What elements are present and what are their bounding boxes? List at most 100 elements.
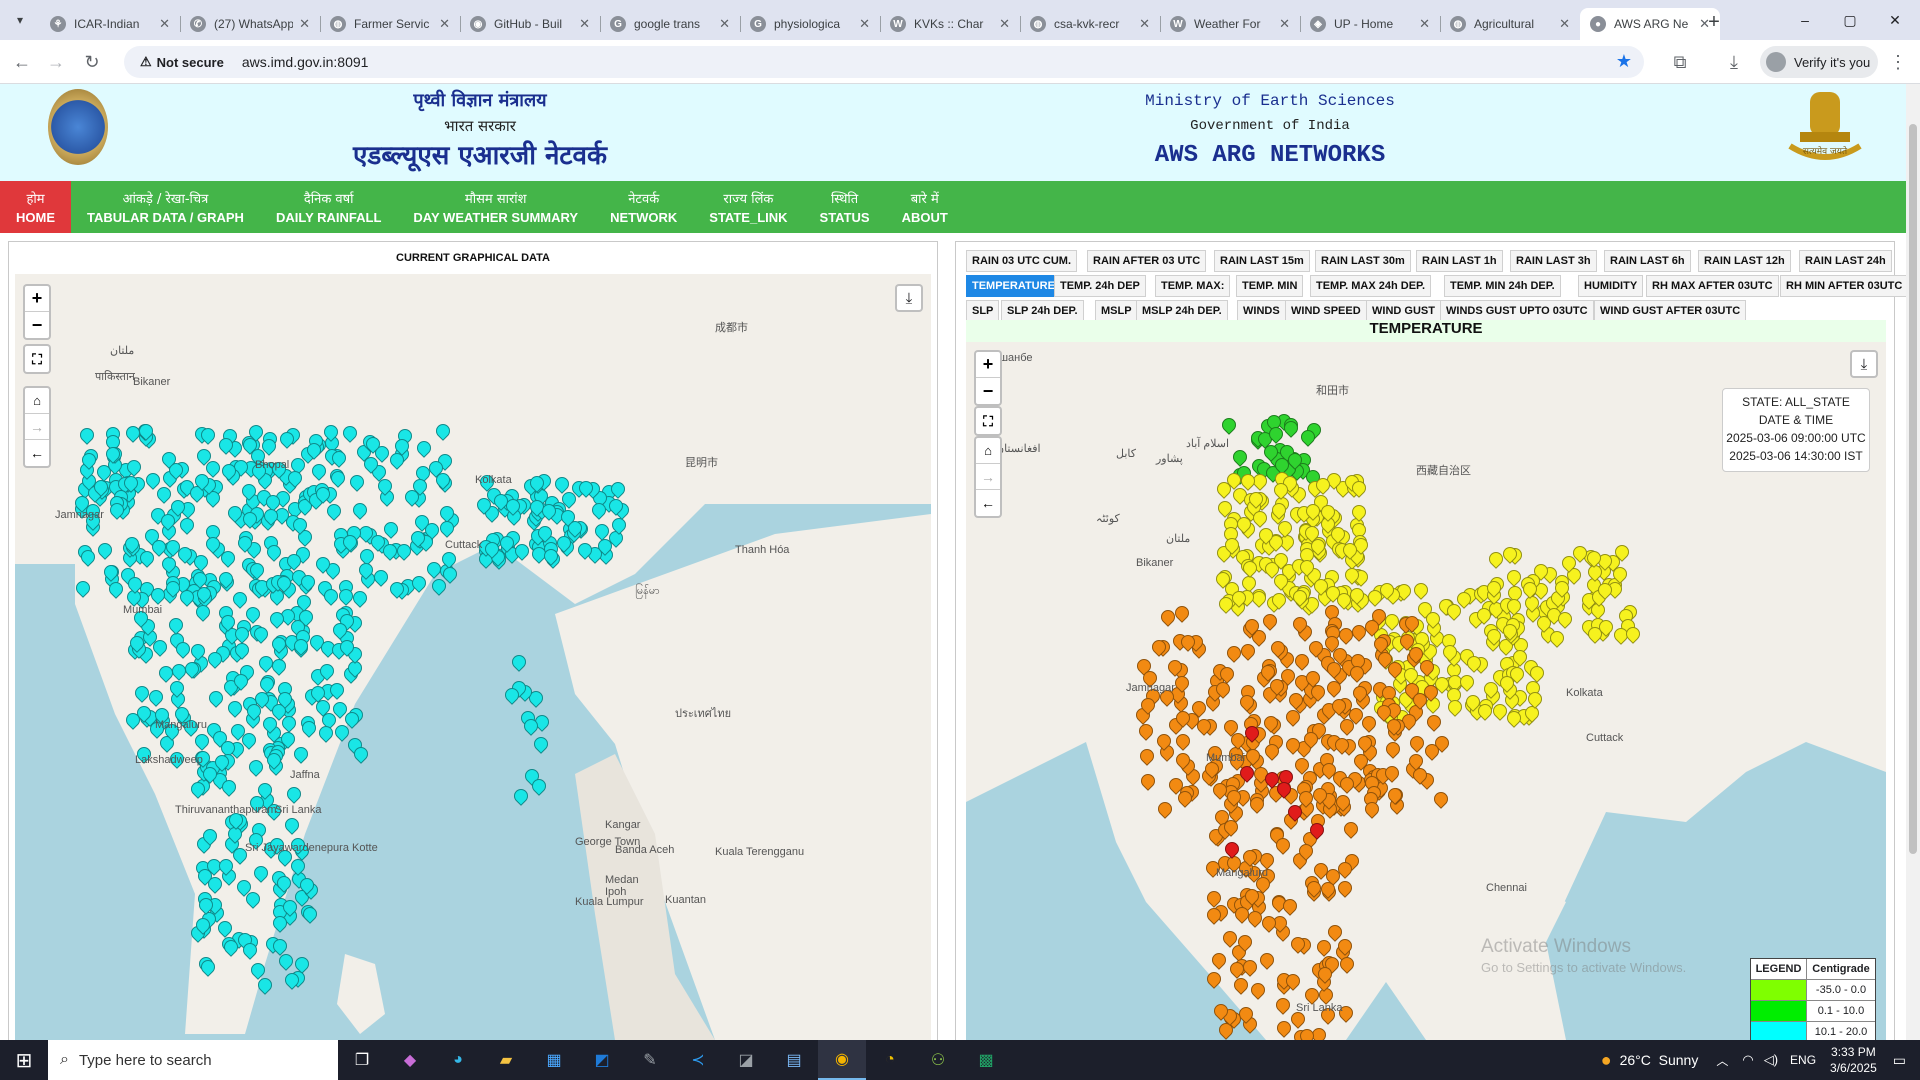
taskbar-search[interactable]: ⌕ Type here to search [48, 1040, 338, 1080]
browser-tab[interactable]: ◉ GitHub - Buil ✕ [460, 8, 600, 40]
param-button[interactable]: SLP [966, 300, 1000, 322]
param-button[interactable]: RAIN 03 UTC CUM. [966, 250, 1078, 272]
close-tab-icon[interactable]: ✕ [1139, 16, 1150, 32]
tray-chevron-icon[interactable]: ︿ [1716, 1052, 1728, 1069]
zoom-out-button[interactable]: − [25, 312, 49, 338]
param-button[interactable]: RAIN AFTER 03 UTC [1087, 250, 1207, 272]
nav-item-about[interactable]: बारे में ABOUT [886, 181, 964, 233]
clock[interactable]: 3:33 PM 3/6/2025 [1830, 1044, 1877, 1076]
map-download-icon[interactable]: ⤓ [1850, 350, 1878, 378]
new-tab-button[interactable]: + [1700, 8, 1728, 36]
minimize-button[interactable]: – [1790, 6, 1820, 34]
nav-item-day-weather-summary[interactable]: मौसम सारांश DAY WEATHER SUMMARY [397, 181, 594, 233]
not-secure-chip[interactable]: ⚠ Not secure [130, 49, 234, 75]
reload-icon[interactable]: ↻ [80, 50, 104, 74]
param-button[interactable]: TEMP. MAX: [1155, 275, 1231, 297]
param-button[interactable]: WIND GUST [1366, 300, 1441, 322]
back-icon[interactable]: ← [10, 50, 34, 74]
store-icon[interactable]: ▦ [530, 1040, 578, 1080]
param-button[interactable]: RAIN LAST 12h [1698, 250, 1791, 272]
menu-icon[interactable]: ⋮ [1886, 50, 1910, 74]
zoom-in-button[interactable]: + [976, 352, 1000, 378]
home-icon[interactable]: ⌂ [976, 438, 1000, 464]
close-tab-icon[interactable]: ✕ [1559, 16, 1570, 32]
app3-icon[interactable]: ◔ [866, 1040, 914, 1080]
download-icon[interactable]: ⤓ [1722, 50, 1746, 74]
app-icon[interactable]: ✎ [626, 1040, 674, 1080]
browser-tab[interactable]: ● AWS ARG Ne ✕ [1580, 8, 1720, 40]
close-tab-icon[interactable]: ✕ [159, 16, 170, 32]
address-bar[interactable]: ⚠ Not secure aws.imd.gov.in:8091 ★ [124, 46, 1644, 78]
nav-item-home[interactable]: होम HOME [0, 181, 71, 233]
param-button[interactable]: TEMP. MIN 24h DEP. [1444, 275, 1561, 297]
browser-tab[interactable]: W KVKs :: Char ✕ [880, 8, 1020, 40]
previous-extent-icon[interactable]: ← [25, 440, 49, 466]
browser-tab[interactable]: ◈ UP - Home ✕ [1300, 8, 1440, 40]
browser-tab[interactable]: Ggoogle trans ✕ [600, 8, 740, 40]
nav-item-tabular-data[interactable]: आंकड़े / रेखा-चित्र TABULAR DATA / GRAPH [71, 181, 260, 233]
left-map[interactable]: पाकिस्तान ملتان Bikaner Jamnagar Mumbai Manga… [15, 274, 931, 1040]
windows-start-icon[interactable]: ⊞ [0, 1040, 48, 1080]
scrollbar-thumb[interactable] [1909, 124, 1917, 854]
close-tab-icon[interactable]: ✕ [439, 16, 450, 32]
home-icon[interactable]: ⌂ [25, 388, 49, 414]
param-button[interactable]: WIND SPEED [1285, 300, 1367, 322]
forward-icon[interactable]: → [44, 50, 68, 74]
previous-extent-icon[interactable]: ← [976, 490, 1000, 516]
language-indicator[interactable]: ENG [1790, 1053, 1816, 1067]
edge-icon[interactable]: ◕ [434, 1040, 482, 1080]
param-button[interactable]: RH MIN AFTER 03UTC [1780, 275, 1909, 297]
param-button[interactable]: SLP 24h DEP. [1001, 300, 1084, 322]
nav-item-network[interactable]: नेटवर्क NETWORK [594, 181, 693, 233]
notification-icon[interactable]: ▭ [1893, 1052, 1906, 1069]
copilot-icon[interactable]: ◆ [386, 1040, 434, 1080]
param-button[interactable]: RAIN LAST 30m [1315, 250, 1411, 272]
excel-icon[interactable]: ▩ [962, 1040, 1010, 1080]
fullscreen-icon[interactable]: ⛶ [976, 408, 1000, 434]
app4-icon[interactable]: ⚇ [914, 1040, 962, 1080]
imd-logo[interactable] [48, 89, 108, 165]
restore-button[interactable]: ▢ [1835, 6, 1865, 34]
param-button[interactable]: HUMIDITY [1578, 275, 1644, 297]
param-button[interactable]: WIND GUST AFTER 03UTC [1594, 300, 1747, 322]
fullscreen-icon[interactable]: ⛶ [25, 346, 49, 372]
browser-tab[interactable]: ◍ Agricultural ✕ [1440, 8, 1580, 40]
param-button[interactable]: TEMP. 24h DEP [1054, 275, 1146, 297]
close-tab-icon[interactable]: ✕ [859, 16, 870, 32]
param-button[interactable]: RAIN LAST 3h [1510, 250, 1597, 272]
tab-search-button[interactable]: ▾ [8, 8, 32, 32]
browser-tab[interactable]: ◍ csa-kvk-recr ✕ [1020, 8, 1160, 40]
close-tab-icon[interactable]: ✕ [299, 16, 310, 32]
param-button[interactable]: RAIN LAST 24h [1799, 250, 1892, 272]
close-tab-icon[interactable]: ✕ [719, 16, 730, 32]
next-extent-icon[interactable]: → [25, 414, 49, 440]
zoom-out-button[interactable]: − [976, 378, 1000, 404]
browser-tab[interactable]: W Weather For ✕ [1160, 8, 1300, 40]
param-button[interactable]: WINDS GUST UPTO 03UTC [1440, 300, 1594, 322]
nav-item-state-link[interactable]: राज्य लिंक STATE_LINK [693, 181, 803, 233]
close-tab-icon[interactable]: ✕ [579, 16, 590, 32]
param-button[interactable]: MSLP [1095, 300, 1138, 322]
param-button[interactable]: RH MAX AFTER 03UTC [1646, 275, 1779, 297]
volume-icon[interactable]: ◁) [1764, 1052, 1778, 1068]
next-extent-icon[interactable]: → [976, 464, 1000, 490]
close-tab-icon[interactable]: ✕ [1279, 16, 1290, 32]
zoom-in-button[interactable]: + [25, 286, 49, 312]
notepad-icon[interactable]: ▤ [770, 1040, 818, 1080]
nav-item-daily-rainfall[interactable]: दैनिक वर्षा DAILY RAINFALL [260, 181, 397, 233]
close-window-button[interactable]: ✕ [1880, 6, 1910, 34]
param-button[interactable]: MSLP 24h DEP. [1136, 300, 1228, 322]
param-button[interactable]: RAIN LAST 6h [1604, 250, 1691, 272]
file-explorer-icon[interactable]: ▰ [482, 1040, 530, 1080]
map-download-icon[interactable]: ⤓ [895, 284, 923, 312]
browser-tab[interactable]: Gphysiologica ✕ [740, 8, 880, 40]
verify-profile-button[interactable]: Verify it's you [1760, 46, 1878, 78]
browser-tab[interactable]: ◍ Farmer Servic ✕ [320, 8, 460, 40]
param-button[interactable]: RAIN LAST 1h [1416, 250, 1503, 272]
close-tab-icon[interactable]: ✕ [1419, 16, 1430, 32]
vscode-icon[interactable]: ≺ [674, 1040, 722, 1080]
param-button[interactable]: WINDS [1237, 300, 1286, 322]
bookmark-star-icon[interactable]: ★ [1616, 51, 1632, 72]
network-icon[interactable]: ◠ [1742, 1052, 1753, 1068]
param-button[interactable]: TEMP. MIN [1236, 275, 1304, 297]
